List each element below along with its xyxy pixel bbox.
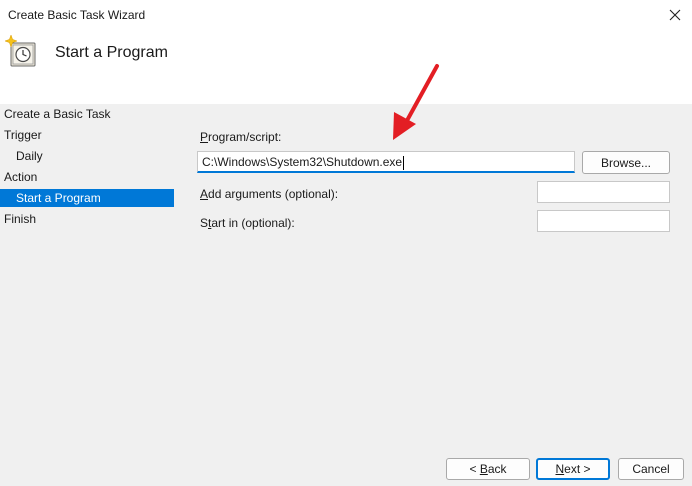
- start-in-input[interactable]: [537, 210, 670, 232]
- close-icon: [669, 9, 681, 21]
- step-trigger[interactable]: Trigger: [4, 126, 42, 144]
- back-button[interactable]: < Back: [446, 458, 530, 480]
- step-daily[interactable]: Daily: [16, 147, 43, 165]
- add-arguments-input[interactable]: [537, 181, 670, 203]
- task-scheduler-clock-icon: [4, 34, 36, 67]
- title-bar: Create Basic Task Wizard: [0, 0, 692, 30]
- close-button[interactable]: [658, 0, 692, 30]
- browse-button[interactable]: Browse...: [582, 151, 670, 174]
- wizard-header: Start a Program: [0, 30, 692, 104]
- cancel-button[interactable]: Cancel: [618, 458, 684, 480]
- next-button[interactable]: Next >: [536, 458, 610, 480]
- add-arguments-label: Add arguments (optional):: [200, 187, 339, 201]
- step-create-basic-task[interactable]: Create a Basic Task: [4, 105, 111, 123]
- page-title: Start a Program: [55, 44, 168, 61]
- window-title: Create Basic Task Wizard: [8, 8, 146, 22]
- program-script-input[interactable]: C:\Windows\System32\Shutdown.exe: [197, 151, 575, 173]
- program-script-label: Program/script:: [200, 130, 282, 144]
- step-start-a-program[interactable]: Start a Program: [0, 189, 174, 207]
- wizard-window: Create Basic Task Wizard Start a Program…: [0, 0, 692, 486]
- wizard-content: Program/script: C:\Windows\System32\Shut…: [176, 104, 692, 486]
- step-finish[interactable]: Finish: [4, 210, 36, 228]
- text-caret: [403, 155, 405, 170]
- start-in-label: Start in (optional):: [200, 216, 295, 230]
- wizard-steps-sidebar: Create a Basic Task Trigger Daily Action…: [0, 104, 176, 486]
- annotation-arrow: [393, 64, 439, 140]
- step-action[interactable]: Action: [4, 168, 37, 186]
